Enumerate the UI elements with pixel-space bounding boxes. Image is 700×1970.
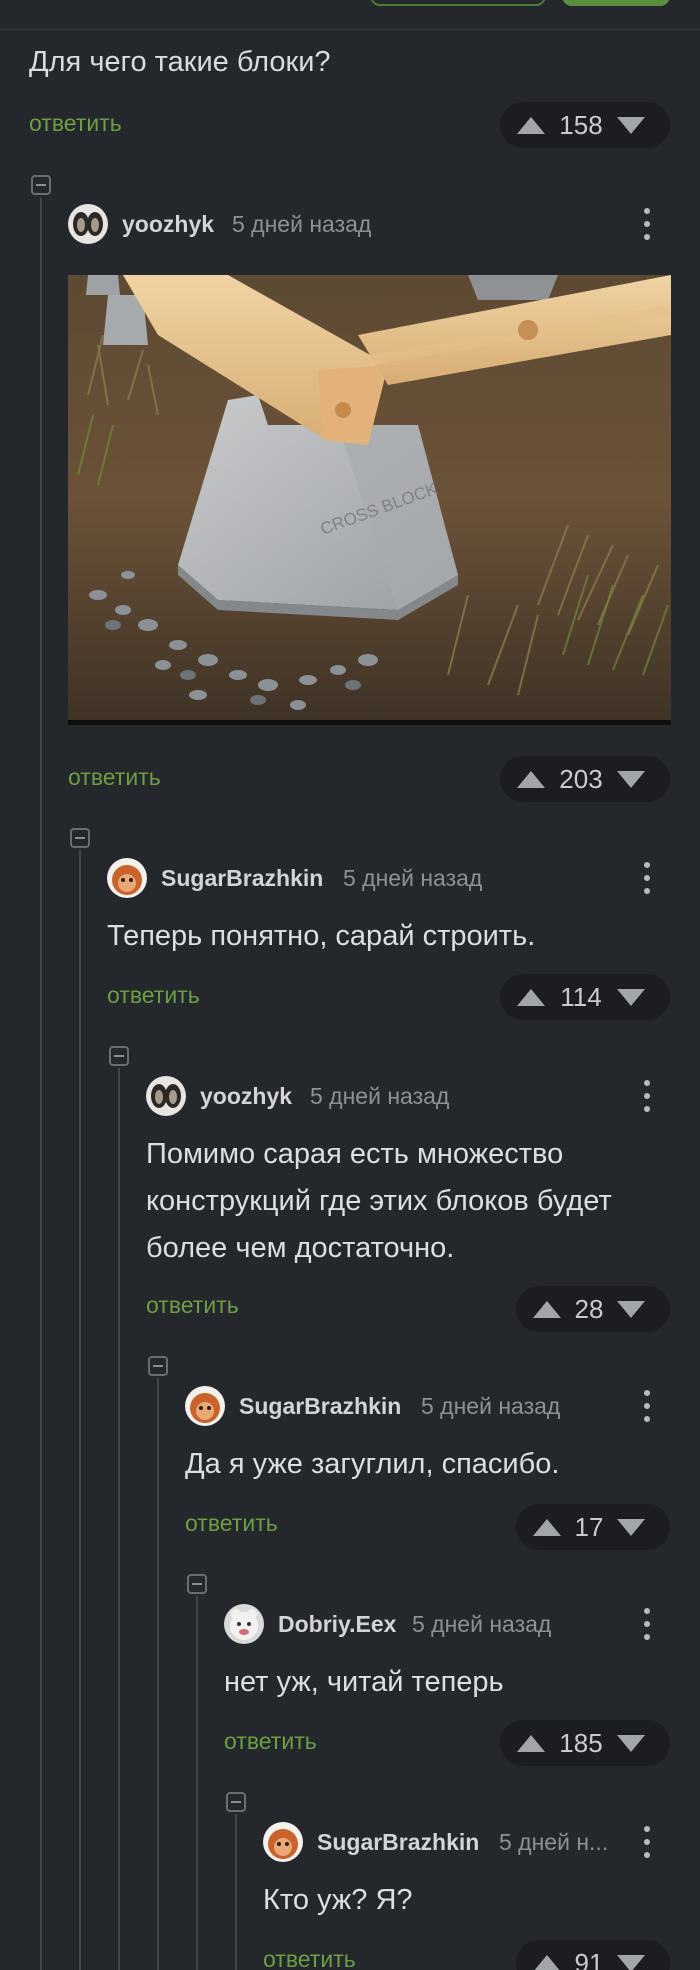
thread-line[interactable]	[196, 1596, 198, 1970]
vote-count: 91	[574, 1947, 604, 1970]
timestamp: 5 дней н...	[499, 1829, 609, 1855]
header-outline-button[interactable]	[370, 0, 546, 6]
more-menu-icon[interactable]	[643, 1608, 651, 1640]
vote-count: 17	[574, 1511, 604, 1542]
avatar[interactable]	[146, 1076, 186, 1116]
comment-vote-pill: 28	[516, 1286, 670, 1332]
comment-text: нет уж, читай теперь	[224, 1666, 504, 1698]
comment-vote-pill: 185	[500, 1720, 670, 1766]
username[interactable]: SugarBrazhkin	[239, 1393, 401, 1420]
collapse-icon[interactable]	[31, 175, 51, 195]
upvote-icon[interactable]	[533, 1954, 561, 1970]
avatar[interactable]	[68, 204, 108, 244]
username[interactable]: yoozhyk	[200, 1083, 292, 1110]
username[interactable]: yoozhyk	[122, 211, 214, 238]
timestamp: 5 дней назад	[421, 1393, 561, 1419]
comment-vote-pill: 17	[516, 1504, 670, 1550]
more-menu-icon[interactable]	[643, 1826, 651, 1858]
more-menu-icon[interactable]	[643, 1080, 651, 1112]
comment-reply-link[interactable]: ответить	[107, 982, 200, 1009]
username[interactable]: Dobriy.Eex	[278, 1611, 396, 1638]
timestamp: 5 дней назад	[310, 1083, 450, 1109]
downvote-icon[interactable]	[617, 1734, 645, 1752]
upvote-icon[interactable]	[517, 1734, 545, 1752]
vote-count: 28	[574, 1293, 604, 1324]
comment-reply-link[interactable]: ответить	[146, 1292, 239, 1319]
vote-count: 158	[559, 109, 603, 140]
header-primary-button[interactable]	[562, 0, 670, 6]
comment-reply-link[interactable]: ответить	[224, 1728, 317, 1755]
comment-vote-pill: 203	[500, 756, 670, 802]
comment-vote-pill: 114	[500, 974, 670, 1020]
downvote-icon[interactable]	[617, 988, 645, 1006]
vote-count: 114	[560, 981, 602, 1012]
avatar[interactable]	[224, 1604, 264, 1644]
vote-count: 185	[559, 1727, 603, 1758]
upvote-icon[interactable]	[533, 1300, 561, 1318]
comment-text: Помимо сарая есть множество конструкций …	[146, 1138, 612, 1264]
more-menu-icon[interactable]	[643, 862, 651, 894]
thread-line[interactable]	[79, 850, 81, 1970]
comment-text: Теперь понятно, сарай строить.	[107, 920, 536, 952]
more-menu-icon[interactable]	[643, 1390, 651, 1422]
collapse-icon[interactable]	[148, 1356, 168, 1376]
thread-line[interactable]	[235, 1814, 237, 1970]
comment-reply-link[interactable]: ответить	[185, 1510, 278, 1537]
comment-vote-pill: 91	[516, 1940, 670, 1970]
thread-line[interactable]	[157, 1378, 159, 1970]
downvote-icon[interactable]	[617, 1518, 645, 1536]
comment-reply-link[interactable]: ответить	[263, 1946, 356, 1970]
collapse-icon[interactable]	[226, 1792, 246, 1812]
avatar[interactable]	[107, 858, 147, 898]
downvote-icon[interactable]	[617, 116, 645, 134]
thread-line[interactable]	[118, 1068, 120, 1970]
thread-line[interactable]	[40, 198, 42, 1970]
comment-photo[interactable]: CROSS BLOCK	[68, 275, 671, 725]
downvote-icon[interactable]	[617, 1954, 645, 1970]
vote-count: 203	[559, 763, 603, 794]
upvote-icon[interactable]	[517, 988, 545, 1006]
timestamp: 5 дней назад	[232, 211, 372, 237]
avatar[interactable]	[263, 1822, 303, 1862]
collapse-icon[interactable]	[109, 1046, 129, 1066]
post-vote-pill: 158	[500, 102, 670, 148]
timestamp: 5 дней назад	[412, 1611, 552, 1637]
username[interactable]: SugarBrazhkin	[161, 865, 323, 892]
upvote-icon[interactable]	[517, 116, 545, 134]
timestamp: 5 дней назад	[343, 865, 483, 891]
upvote-icon[interactable]	[533, 1518, 561, 1536]
username[interactable]: SugarBrazhkin	[317, 1829, 479, 1856]
upvote-icon[interactable]	[517, 770, 545, 788]
more-menu-icon[interactable]	[643, 208, 651, 240]
collapse-icon[interactable]	[70, 828, 90, 848]
top-bar	[0, 0, 700, 30]
comment-text: Кто уж? Я?	[263, 1884, 413, 1916]
comment-text: Да я уже загуглил, спасибо.	[185, 1448, 560, 1480]
comment-reply-link[interactable]: ответить	[68, 764, 161, 791]
avatar[interactable]	[185, 1386, 225, 1426]
downvote-icon[interactable]	[617, 770, 645, 788]
collapse-icon[interactable]	[187, 1574, 207, 1594]
post-reply-link[interactable]: ответить	[29, 110, 122, 137]
downvote-icon[interactable]	[617, 1300, 645, 1318]
post-text: Для чего такие блоки?	[29, 46, 331, 78]
